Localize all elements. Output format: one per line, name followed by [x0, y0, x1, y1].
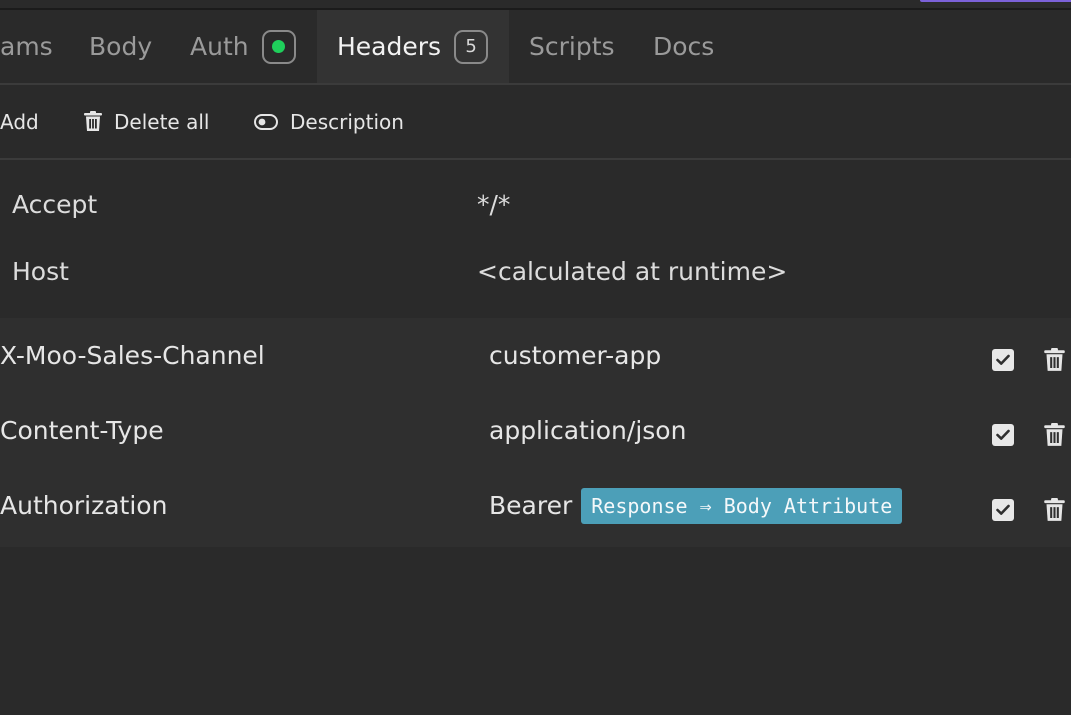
tab-body[interactable]: Body: [89, 10, 152, 83]
headers-toolbar: Add Delete all Description: [0, 85, 1071, 160]
enable-checkbox[interactable]: [992, 349, 1014, 371]
header-value: <calculated at runtime>: [477, 257, 788, 286]
headers-count-badge: 5: [454, 29, 489, 64]
enable-checkbox[interactable]: [992, 424, 1014, 446]
tab-scripts[interactable]: Scripts: [529, 10, 615, 83]
delete-row-button[interactable]: [1044, 498, 1065, 522]
tab-label: Auth: [190, 32, 249, 61]
add-header-button[interactable]: Add: [0, 85, 39, 158]
bearer-prefix: Bearer: [489, 491, 573, 520]
trash-icon: [1044, 348, 1065, 371]
request-tabs: ams Body Auth Headers 5 Scripts Docs: [0, 10, 1071, 85]
delete-row-button[interactable]: [1044, 348, 1065, 372]
auto-header-row: Accept */*: [0, 160, 1071, 235]
tab-params[interactable]: ams: [0, 10, 53, 83]
tab-docs[interactable]: Docs: [653, 10, 714, 83]
header-value-input[interactable]: Bearer Response ⇒ Body Attribute: [489, 468, 903, 543]
header-key-input[interactable]: Content-Type: [0, 393, 164, 468]
tab-label: ams: [0, 32, 53, 61]
headers-table: X-Moo-Sales-Channel customer-app Content…: [0, 318, 1071, 547]
tab-auth[interactable]: Auth: [190, 10, 296, 83]
trash-icon: [1044, 498, 1065, 521]
auto-headers-list: Accept */* Host <calculated at runtime>: [0, 160, 1071, 310]
header-value-input[interactable]: application/json: [489, 393, 686, 468]
checkmark-icon: [996, 504, 1010, 515]
tab-headers[interactable]: Headers 5: [317, 10, 509, 83]
tab-label: Headers: [337, 32, 442, 61]
delete-all-label: Delete all: [114, 109, 210, 134]
trash-icon: [1044, 423, 1065, 446]
delete-row-button[interactable]: [1044, 423, 1065, 447]
delete-all-button[interactable]: Delete all: [84, 85, 209, 158]
add-label: Add: [0, 109, 39, 134]
auto-header-row: Host <calculated at runtime>: [0, 235, 1071, 310]
header-key-input[interactable]: Authorization: [0, 468, 167, 543]
status-dot-icon: [272, 40, 286, 53]
dynamic-value-token[interactable]: Response ⇒ Body Attribute: [581, 487, 903, 524]
enable-checkbox[interactable]: [992, 499, 1014, 521]
header-value-input[interactable]: customer-app: [489, 318, 661, 393]
header-row: Content-Type application/json: [0, 393, 1071, 468]
description-toggle[interactable]: Description: [254, 85, 404, 158]
description-label: Description: [290, 109, 404, 134]
checkmark-icon: [996, 354, 1010, 365]
auth-status-badge: [261, 29, 296, 64]
window-top-edge: [0, 0, 1071, 10]
accent-strip: [920, 0, 1071, 2]
header-row: Authorization Bearer Response ⇒ Body Att…: [0, 468, 1071, 543]
tab-label: Docs: [653, 32, 715, 61]
header-row: X-Moo-Sales-Channel customer-app: [0, 318, 1071, 393]
toggle-icon: [254, 113, 278, 130]
header-key-input[interactable]: X-Moo-Sales-Channel: [0, 318, 265, 393]
tab-label: Scripts: [529, 32, 615, 61]
header-key: Host: [12, 257, 69, 286]
checkmark-icon: [996, 429, 1010, 440]
tab-label: Body: [89, 32, 153, 61]
trash-icon: [84, 111, 102, 131]
